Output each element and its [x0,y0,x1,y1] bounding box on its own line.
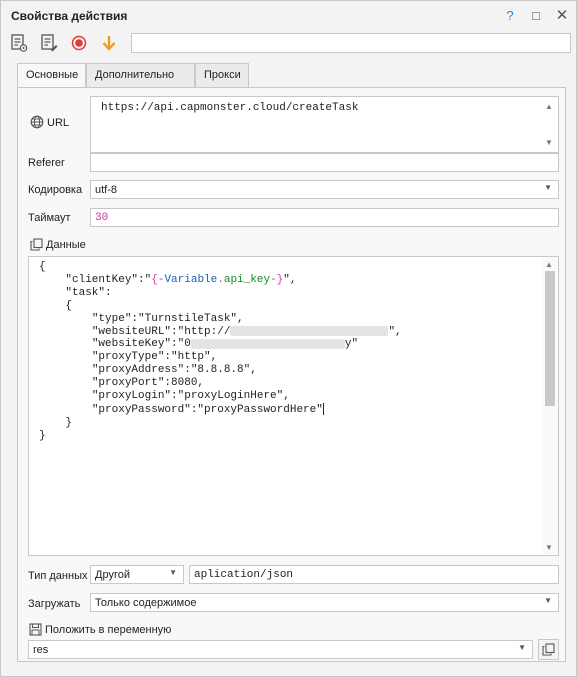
referer-input[interactable] [90,153,559,172]
toolbar-search-input[interactable] [131,33,571,53]
scroll-up-icon[interactable]: ▲ [545,260,553,269]
arrow-down-icon[interactable] [99,33,119,53]
tab-proxy[interactable]: Прокси [195,63,249,87]
code-line-type: "type":"TurnstileTask", [91,312,244,325]
tab-main[interactable]: Основные [17,63,86,88]
encoding-value: utf-8 [95,184,118,196]
code-line: { [39,261,46,273]
record-icon[interactable] [69,33,89,53]
editor-scrollbar[interactable]: ▲ ▼ [542,257,558,555]
chevron-down-icon[interactable]: ▼ [518,643,526,652]
timeout-input[interactable]: 30 [90,208,559,227]
referer-label: Referer [28,157,65,169]
scroll-thumb[interactable] [545,271,555,406]
tab-advanced[interactable]: Дополнительно [86,63,195,87]
help-button[interactable]: ? [499,6,521,26]
save-icon [29,623,42,636]
request-body-code: { "clientKey":"{-Variable.api_key-}", "t… [39,261,402,443]
globe-icon [30,115,44,129]
text-caret [322,402,324,415]
url-value: https://api.capmonster.cloud/createTask [101,102,359,114]
code-line-website-key: "websiteKey":"0 y" [91,338,359,351]
copy-icon [30,238,43,251]
redacted-block [190,338,345,349]
variable-select[interactable]: res ▼ [28,640,533,659]
window-title: Свойства действия [11,9,128,23]
encoding-label: Кодировка [28,184,83,196]
chevron-down-icon[interactable]: ▼ [544,596,552,605]
scroll-down-icon[interactable]: ▼ [545,138,553,147]
code-line-proxy-login: "proxyLogin":"proxyLoginHere", [91,390,290,403]
scroll-down-icon[interactable]: ▼ [545,543,553,552]
edit-doc-icon[interactable] [39,33,59,53]
timeout-value: 30 [95,212,109,224]
save-to-variable-label: Положить в переменную [45,624,172,636]
request-body-editor[interactable]: { "clientKey":"{-Variable.api_key-}", "t… [28,256,559,556]
scroll-up-icon[interactable]: ▲ [545,102,553,111]
code-line-task-close: } [65,416,73,429]
content-type-value: aplication/json [194,569,294,581]
code-line-website-url: "websiteURL":"http://", [91,325,402,338]
copy-icon [542,643,555,656]
data-type-label: Тип данных [28,570,88,582]
code-line-client-key: "clientKey":"{-Variable.api_key-}", [65,273,297,286]
close-button[interactable]: ✕ [551,6,573,26]
code-line-proxy-port: "proxyPort":8080, [91,377,205,390]
content-type-input[interactable]: aplication/json [189,565,559,584]
data-type-select[interactable]: Другой ▼ [90,565,184,584]
code-line-task-open: { [65,299,73,312]
url-label: URL [47,117,70,129]
url-scrollbar[interactable]: ▲ ▼ [542,97,558,152]
code-line-proxy-type: "proxyType":"http", [91,351,218,364]
maximize-button[interactable]: □ [525,6,547,26]
encoding-select[interactable]: utf-8 ▼ [90,180,559,199]
data-label: Данные [46,239,86,251]
code-line-task: "task": [65,286,112,299]
redacted-block [230,325,389,336]
timeout-label: Таймаут [28,212,71,224]
variable-value: res [33,644,49,656]
title-bar: Свойства действия ? □ ✕ [1,1,576,31]
code-line-end: } [39,429,46,442]
toolbar [1,31,576,55]
data-type-value: Другой [95,569,130,581]
main-tab-panel: URL https://api.capmonster.cloud/createT… [17,87,566,662]
code-line-proxy-address: "proxyAddress":"8.8.8.8", [91,364,257,377]
copy-variable-button[interactable] [538,639,559,660]
url-input[interactable]: https://api.capmonster.cloud/createTask … [90,96,559,153]
action-properties-window: Свойства действия ? □ ✕ Основные Дополни… [0,0,577,677]
properties-doc-icon[interactable] [9,33,29,53]
load-value: Только содержимое [95,597,197,609]
code-line-proxy-password: "proxyPassword":"proxyPasswordHere" [91,402,324,416]
load-select[interactable]: Только содержимое ▼ [90,593,559,612]
load-label: Загружать [28,598,81,610]
chevron-down-icon[interactable]: ▼ [169,568,177,577]
chevron-down-icon[interactable]: ▼ [544,183,552,192]
